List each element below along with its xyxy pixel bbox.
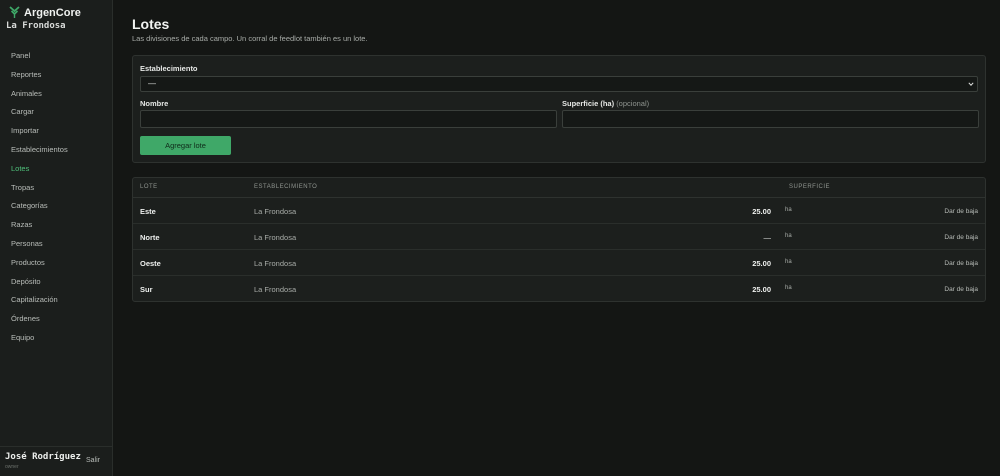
sidebar-item-establecimientos[interactable]: Establecimientos: [0, 141, 112, 160]
table-row: Sur La Frondosa 25.00 ha Dar de baja: [133, 276, 985, 301]
sidebar-item-reportes[interactable]: Reportes: [0, 66, 112, 85]
lote-unit: ha: [785, 259, 792, 265]
dar-de-baja-link[interactable]: Dar de baja: [944, 234, 978, 241]
sidebar-item-productos[interactable]: Productos: [0, 254, 112, 273]
user-name: José Rodríguez: [5, 452, 81, 462]
header-superficie: SUPERFICIE: [789, 184, 831, 190]
superficie-optional-hint: (opcional): [616, 99, 650, 108]
sidebar-item-tropas[interactable]: Tropas: [0, 179, 112, 198]
lote-unit: ha: [785, 233, 792, 239]
establecimiento-label: Establecimiento: [140, 64, 198, 73]
sidebar-item-deposito[interactable]: Depósito: [0, 273, 112, 292]
user-role: owner: [5, 464, 19, 470]
lotes-table: LOTE ESTABLECIMIENTO SUPERFICIE Este La …: [132, 177, 986, 302]
lote-superficie: —: [763, 233, 772, 242]
sidebar-item-ordenes[interactable]: Órdenes: [0, 310, 112, 329]
table-header: LOTE ESTABLECIMIENTO SUPERFICIE: [133, 178, 985, 198]
sidebar-item-capitalizacion[interactable]: Capitalización: [0, 291, 112, 310]
lote-name: Este: [140, 207, 156, 216]
add-lote-button[interactable]: Agregar lote: [140, 136, 231, 155]
table-row: Norte La Frondosa — ha Dar de baja: [133, 224, 985, 250]
sidebar-item-panel[interactable]: Panel: [0, 47, 112, 66]
page-subtitle: Las divisiones de cada campo. Un corral …: [132, 34, 368, 43]
sidebar-item-razas[interactable]: Razas: [0, 216, 112, 235]
farm-name: La Frondosa: [6, 21, 66, 31]
superficie-input[interactable]: [562, 110, 979, 128]
sidebar-item-animales[interactable]: Animales: [0, 85, 112, 104]
brand[interactable]: ArgenCore: [9, 6, 81, 19]
lote-establecimiento: La Frondosa: [254, 285, 297, 294]
header-lote: LOTE: [140, 184, 158, 190]
sidebar-item-cargar[interactable]: Cargar: [0, 103, 112, 122]
superficie-label-text: Superficie (ha): [562, 99, 615, 108]
sidebar-item-equipo[interactable]: Equipo: [0, 329, 112, 348]
lote-superficie: 25.00: [752, 207, 771, 216]
sidebar-nav: Panel Reportes Animales Cargar Importar …: [0, 47, 112, 348]
table-row: Este La Frondosa 25.00 ha Dar de baja: [133, 198, 985, 224]
lote-establecimiento: La Frondosa: [254, 207, 297, 216]
lote-establecimiento: La Frondosa: [254, 233, 297, 242]
lote-establecimiento: La Frondosa: [254, 259, 297, 268]
lote-unit: ha: [785, 207, 792, 213]
establecimiento-select[interactable]: —: [140, 76, 978, 92]
sidebar: ArgenCore La Frondosa Panel Reportes Ani…: [0, 0, 113, 476]
table-row: Oeste La Frondosa 25.00 ha Dar de baja: [133, 250, 985, 276]
lote-unit: ha: [785, 285, 792, 291]
sidebar-item-lotes[interactable]: Lotes: [0, 160, 112, 179]
sidebar-item-personas[interactable]: Personas: [0, 235, 112, 254]
lote-superficie: 25.00: [752, 259, 771, 268]
chevron-down-icon: [968, 82, 974, 86]
logout-link[interactable]: Salir: [86, 457, 100, 464]
sidebar-item-categorias[interactable]: Categorías: [0, 197, 112, 216]
brand-name: ArgenCore: [24, 6, 81, 19]
user-block: José Rodríguez owner Salir: [0, 446, 112, 476]
header-establecimiento: ESTABLECIMIENTO: [254, 184, 318, 190]
dar-de-baja-link[interactable]: Dar de baja: [944, 286, 978, 293]
lote-name: Oeste: [140, 259, 161, 268]
sidebar-item-importar[interactable]: Importar: [0, 122, 112, 141]
nombre-label: Nombre: [140, 99, 169, 108]
lote-superficie: 25.00: [752, 285, 771, 294]
superficie-label: Superficie (ha) (opcional): [562, 99, 649, 108]
page-title: Lotes: [132, 16, 170, 32]
dar-de-baja-link[interactable]: Dar de baja: [944, 208, 978, 215]
brand-logo-icon: [9, 6, 20, 18]
add-lote-form: Establecimiento — Nombre Superficie (ha)…: [132, 55, 986, 163]
nombre-input[interactable]: [140, 110, 557, 128]
lote-name: Sur: [140, 285, 153, 294]
establecimiento-selected-value: —: [148, 79, 156, 88]
dar-de-baja-link[interactable]: Dar de baja: [944, 260, 978, 267]
lote-name: Norte: [140, 233, 160, 242]
